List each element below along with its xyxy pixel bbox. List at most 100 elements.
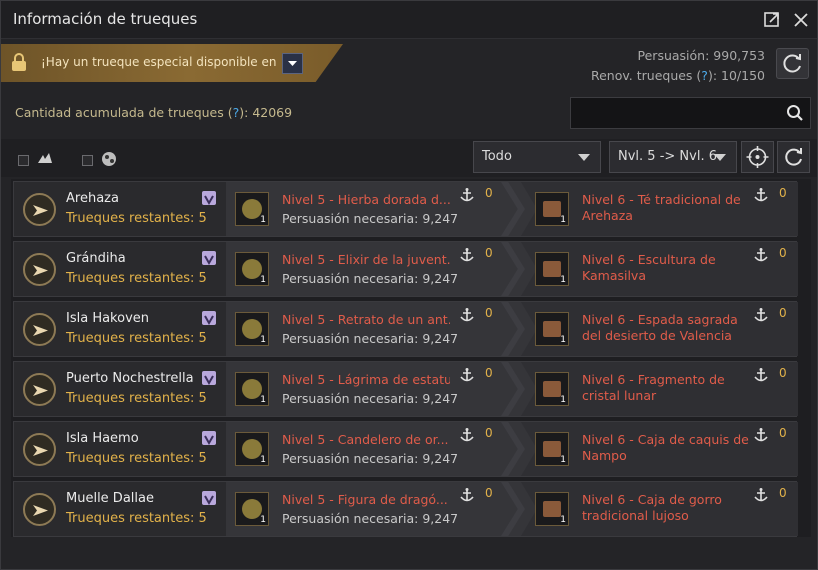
- receive-item-icon[interactable]: 1: [535, 372, 569, 406]
- category-select-value: Todo: [482, 149, 512, 164]
- receive-item-icon[interactable]: 1: [535, 312, 569, 346]
- anchor-icon: [459, 487, 475, 503]
- navigate-arrow-icon: [33, 385, 48, 396]
- title-bar[interactable]: Información de trueques: [1, 1, 817, 39]
- remaining-barters: Trueques restantes: 5: [66, 391, 207, 406]
- accum-label: Cantidad acumulada de trueques (: [15, 105, 233, 120]
- pin-window-icon[interactable]: [761, 9, 783, 31]
- receive-item-icon[interactable]: 1: [535, 252, 569, 286]
- give-item-icon[interactable]: 1: [235, 192, 269, 226]
- receive-item-icon[interactable]: 1: [535, 192, 569, 226]
- required-persuasion: Persuasión necesaria: 9,247: [282, 271, 459, 286]
- receive-item-name-line2: Arehaza: [582, 208, 633, 223]
- filter-checkbox-1[interactable]: [18, 155, 29, 166]
- special-barter-banner[interactable]: ¡Hay un trueque especial disponible en .…: [1, 44, 343, 82]
- chevron-down-icon[interactable]: [282, 53, 303, 74]
- give-item-owned-count: 0: [485, 306, 493, 320]
- give-item-qty: 1: [260, 275, 266, 285]
- level-select-value: Nvl. 5 -> Nvl. 6: [618, 149, 717, 164]
- navigate-arrow-icon: [33, 325, 48, 336]
- check-badge-icon: [202, 191, 216, 206]
- lock-icon: [9, 53, 29, 73]
- remaining-barters: Trueques restantes: 5: [66, 331, 207, 346]
- window-title: Información de trueques: [13, 10, 198, 28]
- island-name: Arehaza: [66, 191, 119, 206]
- receive-item-owned-count: 0: [779, 306, 787, 320]
- island-name: Isla Haemo: [66, 431, 139, 446]
- category-select[interactable]: Todo: [473, 141, 601, 173]
- give-item-icon[interactable]: 1: [235, 312, 269, 346]
- receive-item-name-line1: Nivel 6 - Caja de caquis de: [582, 432, 749, 447]
- receive-item-name-line2: cristal lunar: [582, 388, 657, 403]
- trade-panel[interactable]: 1 Nivel 5 - Figura de dragó... Persuasió…: [226, 482, 798, 536]
- persuasion-value: 990,753: [713, 48, 765, 63]
- refresh-icon: [785, 148, 802, 166]
- navigate-arrow-icon: [33, 445, 48, 456]
- give-item-icon[interactable]: 1: [235, 372, 269, 406]
- give-item-qty: 1: [260, 335, 266, 345]
- give-item-owned-count: 0: [485, 426, 493, 440]
- receive-item-name-line1: Nivel 6 - Escultura de: [582, 252, 716, 267]
- required-persuasion: Persuasión necesaria: 9,247: [282, 451, 459, 466]
- receive-item-qty: 1: [560, 275, 566, 285]
- level-select[interactable]: Nvl. 5 -> Nvl. 6: [609, 141, 737, 173]
- filter-checkbox-2[interactable]: [82, 155, 93, 166]
- island-name: Grándiha: [66, 251, 126, 266]
- give-item-icon[interactable]: 1: [235, 252, 269, 286]
- receive-item-name-line1: Nivel 6 - Fragmento de: [582, 372, 725, 387]
- trade-panel[interactable]: 1 Nivel 5 - Elixir de la juvent... Persu…: [226, 242, 798, 296]
- persuasion-label: Persuasión:: [637, 48, 710, 63]
- receive-item-icon[interactable]: 1: [535, 492, 569, 526]
- give-item-qty: 1: [260, 395, 266, 405]
- trade-arrow: [501, 302, 525, 356]
- accum-value: 42069: [252, 105, 293, 120]
- chevron-down-icon: [578, 154, 590, 161]
- reset-filter-button[interactable]: [777, 141, 810, 173]
- give-item-icon[interactable]: 1: [235, 492, 269, 526]
- locate-button[interactable]: [741, 141, 774, 173]
- navigate-button[interactable]: [23, 193, 56, 226]
- give-item-owned-count: 0: [485, 246, 493, 260]
- barter-info-window: Información de trueques ¡Hay un trueque …: [0, 0, 818, 570]
- check-badge-icon: [202, 311, 216, 326]
- search-input[interactable]: [570, 97, 811, 129]
- trade-arrow: [501, 422, 525, 476]
- give-item-icon[interactable]: 1: [235, 432, 269, 466]
- navigate-button[interactable]: [23, 253, 56, 286]
- close-icon[interactable]: [790, 9, 812, 31]
- navigate-button[interactable]: [23, 433, 56, 466]
- navigate-button[interactable]: [23, 373, 56, 406]
- navigate-arrow-icon: [33, 205, 48, 216]
- trade-panel[interactable]: 1 Nivel 5 - Hierba dorada d... Persuasió…: [226, 182, 798, 236]
- required-persuasion: Persuasión necesaria: 9,247: [282, 511, 459, 526]
- receive-item-icon[interactable]: 1: [535, 432, 569, 466]
- renov-label: Renov. trueques (: [590, 68, 702, 83]
- persuasion-stats: Persuasión: 990,753 Renov. trueques (?):…: [591, 46, 765, 86]
- trade-panel[interactable]: 1 Nivel 5 - Retrato de un ant... Persuas…: [226, 302, 798, 356]
- give-item-qty: 1: [260, 455, 266, 465]
- search-icon[interactable]: [786, 104, 804, 122]
- check-badge-icon: [202, 491, 216, 506]
- anchor-icon: [753, 367, 769, 383]
- refresh-barters-button[interactable]: [776, 48, 809, 79]
- remaining-barters: Trueques restantes: 5: [66, 451, 207, 466]
- remaining-barters: Trueques restantes: 5: [66, 271, 207, 286]
- chevron-down-icon: [714, 154, 726, 161]
- required-persuasion: Persuasión necesaria: 9,247: [282, 211, 459, 226]
- receive-item-name-line2: Kamasilva: [582, 268, 646, 283]
- give-item-name: Nivel 5 - Lágrima de estatua: [282, 372, 450, 387]
- receive-item-owned-count: 0: [779, 486, 787, 500]
- navigate-button[interactable]: [23, 493, 56, 526]
- trade-arrow: [501, 182, 525, 236]
- navigate-button[interactable]: [23, 313, 56, 346]
- renov-help-icon[interactable]: ?: [701, 68, 708, 83]
- receive-item-owned-count: 0: [779, 186, 787, 200]
- check-badge-icon: [202, 431, 216, 446]
- navigate-arrow-icon: [33, 505, 48, 516]
- ship-filter-icon: [35, 149, 55, 169]
- give-item-name: Nivel 5 - Elixir de la juvent...: [282, 252, 450, 267]
- trade-panel[interactable]: 1 Nivel 5 - Lágrima de estatua Persuasió…: [226, 362, 798, 416]
- barter-row: Isla Haemo Trueques restantes: 5 1 Nivel…: [13, 421, 798, 477]
- island-name: Puerto Nochestrella: [66, 371, 194, 386]
- trade-panel[interactable]: 1 Nivel 5 - Candelero de or... Persuasió…: [226, 422, 798, 476]
